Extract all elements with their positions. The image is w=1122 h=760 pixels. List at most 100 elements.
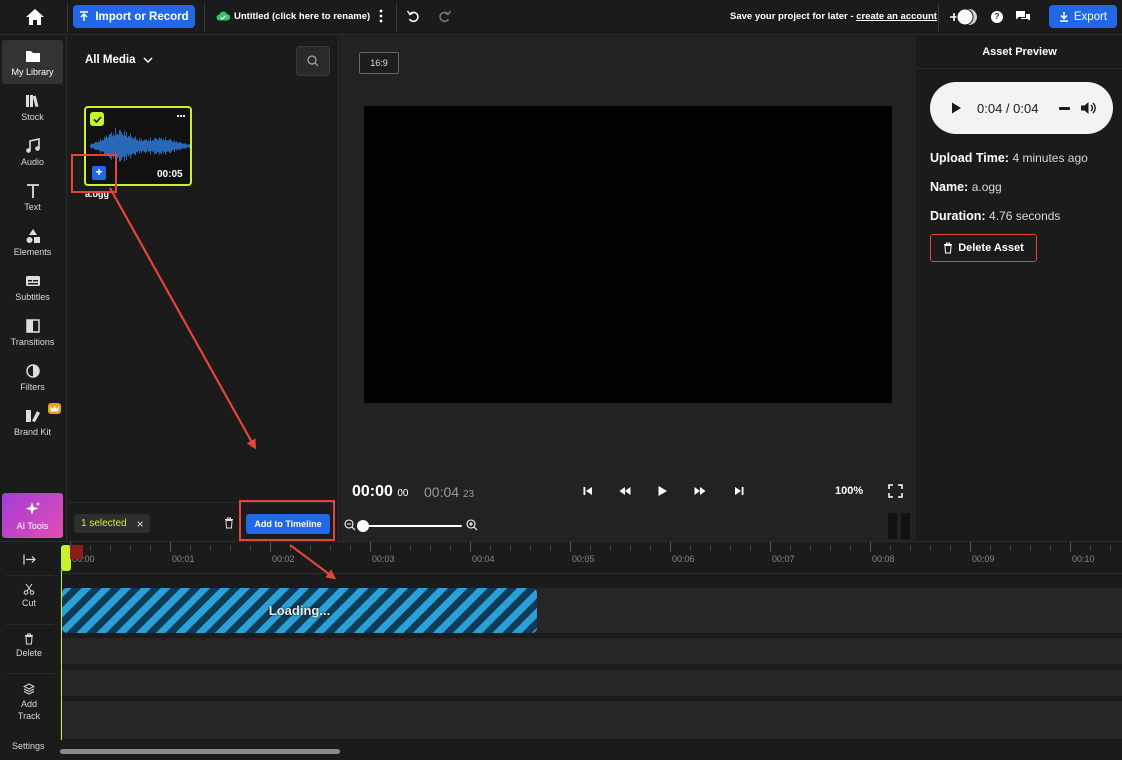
waveform-bar [120, 130, 121, 162]
settings-button[interactable]: Settings [12, 741, 45, 751]
ruler-minor-tick [150, 546, 151, 551]
nav-item-my-library[interactable]: My Library [2, 40, 63, 84]
ruler-minor-tick [850, 546, 851, 551]
cloud-icon [216, 11, 230, 21]
export-button[interactable]: Export [1049, 5, 1117, 28]
more-horizontal-icon[interactable] [176, 113, 186, 119]
ruler-minor-tick [210, 546, 211, 551]
waveform-bar [105, 137, 106, 155]
nav-label: Elements [13, 246, 52, 257]
waveform-bar [155, 138, 156, 154]
playhead-marker [70, 545, 83, 559]
delete-asset-label: Delete Asset [958, 242, 1024, 254]
player-progress[interactable] [1059, 107, 1070, 110]
nav-item-elements[interactable]: Elements [2, 220, 63, 264]
undo-icon[interactable] [406, 9, 420, 23]
add-user-icon[interactable] [948, 7, 978, 27]
skip-to-end-icon[interactable] [733, 485, 745, 497]
trash-icon[interactable] [224, 517, 234, 529]
nav-item-filters[interactable]: Filters [2, 355, 63, 399]
waveform-bar [132, 138, 133, 154]
delete-tool[interactable]: Delete [4, 633, 54, 658]
play-icon[interactable] [656, 485, 668, 497]
home-icon[interactable] [25, 8, 45, 26]
waveform-bar [101, 141, 102, 151]
nav-item-audio[interactable]: Audio [2, 130, 63, 174]
ruler-minor-tick [1030, 546, 1031, 551]
timeline-track[interactable] [60, 638, 1122, 664]
nav-label: Brand Kit [13, 426, 52, 437]
duration-value: 4.76 seconds [989, 209, 1061, 223]
skip-to-start-icon[interactable] [582, 485, 594, 497]
add-track-tool[interactable]: Add Track [4, 683, 54, 722]
ruler-tick-line [770, 542, 771, 552]
ruler-minor-tick [450, 546, 451, 551]
panel-toggle-icon[interactable] [888, 513, 912, 539]
project-title[interactable]: Untitled (click here to rename) [234, 11, 370, 22]
aspect-ratio-button[interactable]: 16:9 [359, 52, 399, 74]
fullscreen-icon[interactable] [888, 484, 903, 498]
horizontal-scrollbar[interactable] [60, 749, 340, 754]
ruler-minor-tick [1110, 546, 1111, 551]
waveform-bar [169, 139, 170, 153]
waveform-bar [140, 140, 141, 152]
waveform-bar [99, 141, 100, 151]
divider [6, 624, 54, 625]
waveform-bar [144, 139, 145, 153]
divider [396, 3, 397, 32]
rewind-icon[interactable] [619, 485, 631, 497]
fast-forward-icon[interactable] [694, 485, 706, 497]
cut-tool[interactable]: Cut [4, 583, 54, 608]
waveform-bar [118, 134, 119, 158]
clear-selection-button[interactable]: × [137, 517, 144, 531]
waveform-bar [182, 143, 183, 149]
waveform-bar [117, 133, 118, 159]
volume-icon[interactable] [1080, 100, 1097, 116]
chat-icon[interactable] [1015, 10, 1031, 23]
stock-icon [25, 94, 38, 107]
upload-label: Upload Time: [930, 151, 1009, 165]
ruler-minor-tick [690, 546, 691, 551]
collapse-panel-icon[interactable] [23, 554, 36, 565]
redo-icon[interactable] [438, 9, 452, 23]
current-time: 00:00 00 [352, 483, 409, 501]
timeline-track[interactable] [60, 670, 1122, 696]
shapes-icon [26, 228, 40, 243]
nav-item-transitions[interactable]: Transitions [2, 310, 63, 354]
search-button[interactable] [296, 46, 330, 76]
help-icon[interactable]: ? [991, 11, 1003, 23]
waveform-bar [150, 137, 151, 155]
waveform-bar [124, 130, 125, 162]
import-or-record-button[interactable]: Import or Record [73, 5, 195, 28]
selected-checkbox[interactable] [90, 112, 104, 126]
ruler-minor-tick [530, 546, 531, 551]
zoom-out-icon[interactable] [344, 519, 356, 531]
total-time-frames: 23 [462, 489, 475, 500]
nav-item-stock[interactable]: Stock [2, 85, 63, 129]
delete-asset-button[interactable]: Delete Asset [930, 234, 1037, 262]
nav-item-subtitles[interactable]: Subtitles [2, 265, 63, 309]
zoom-in-icon[interactable] [466, 519, 478, 531]
play-icon[interactable] [950, 102, 962, 114]
trash-icon [25, 633, 33, 645]
divider [6, 673, 54, 674]
timeline: Cut Delete Add Track Settings 00:00 00:01… [0, 541, 1122, 760]
zoom-slider-track[interactable] [360, 525, 462, 527]
total-time-main: 00:04 [424, 484, 460, 500]
video-canvas[interactable] [364, 106, 892, 403]
ai-tools-button[interactable]: AI Tools [2, 493, 63, 538]
waveform-bar [107, 137, 108, 155]
ruler-minor-tick [1050, 546, 1051, 551]
loading-clip[interactable]: Loading... [62, 588, 537, 633]
import-label: Import or Record [95, 10, 189, 23]
media-filter-dropdown[interactable]: All Media [85, 54, 154, 66]
waveform-bar [159, 137, 160, 155]
zoom-level[interactable]: 100% [835, 485, 863, 497]
ruler-tick-label: 00:09 [972, 554, 995, 564]
nav-item-text[interactable]: Text [2, 175, 63, 219]
timeline-track[interactable] [60, 701, 1122, 739]
create-account-link[interactable]: create an account [856, 11, 937, 22]
more-vertical-icon[interactable] [378, 8, 384, 24]
zoom-slider-thumb[interactable] [357, 520, 369, 532]
timeline-ruler[interactable]: 00:00 00:01 00:02 00:03 00:04 00:05 00:06 00:07… [60, 542, 1122, 574]
